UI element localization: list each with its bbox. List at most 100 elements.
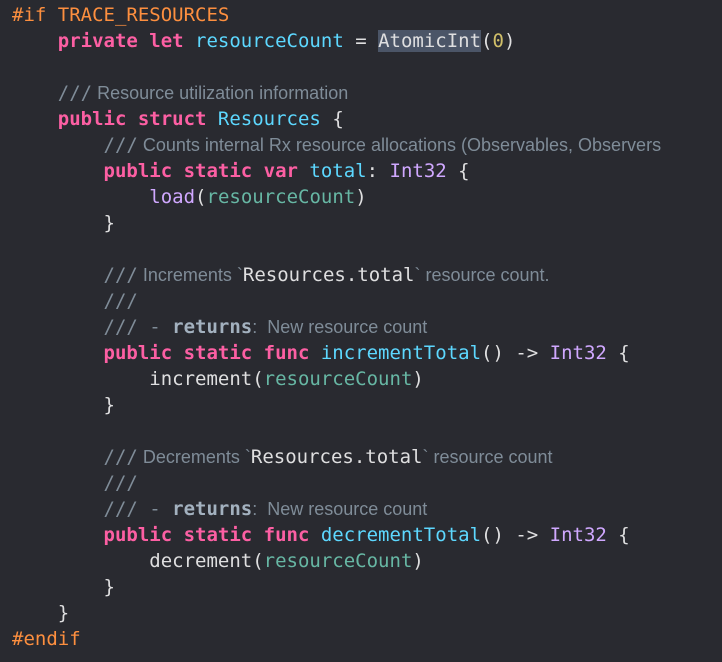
code-text: {	[606, 342, 630, 364]
code-text: )	[355, 186, 367, 208]
doc-comment-text: ` resource count.	[414, 265, 550, 285]
identifier: resourceCount	[206, 186, 356, 208]
code-editor[interactable]: #if TRACE_RESOURCES private let resource…	[0, 0, 722, 662]
doc-comment-marker: ///	[103, 290, 138, 312]
type-name: Int32	[549, 342, 607, 364]
declaration: Resources	[217, 108, 321, 130]
preprocessor-directive: #endif	[12, 628, 81, 650]
code-text: )	[503, 30, 516, 52]
code-line[interactable]: /// Increments `Resources.total` resourc…	[12, 262, 550, 288]
code-line[interactable]: /// Decrements `Resources.total` resourc…	[12, 444, 553, 470]
code-line[interactable]: /// Resource utilization information	[12, 80, 348, 106]
code-text: {	[446, 160, 470, 182]
code-line[interactable]: }	[12, 574, 115, 600]
doc-comment-code: Resources.total	[242, 264, 415, 286]
code-line[interactable]: ///	[12, 470, 138, 496]
identifier: resourceCount	[263, 550, 413, 572]
doc-comment-text: : New resource count	[252, 317, 428, 337]
selected-text: AtomicInt	[378, 30, 482, 52]
doc-comment-keyword: returns	[172, 316, 253, 338]
identifier: resourceCount	[263, 368, 413, 390]
code-text: )	[412, 368, 424, 390]
code-text: }	[57, 602, 70, 624]
declaration: incrementTotal	[320, 342, 482, 364]
code-text: (	[195, 186, 207, 208]
doc-comment-marker: ///	[103, 134, 138, 156]
declaration: decrementTotal	[320, 524, 482, 546]
type-name: Int32	[389, 160, 447, 182]
doc-comment-marker: ///	[103, 264, 138, 286]
code-line[interactable]: public static func decrementTotal() -> I…	[12, 522, 630, 548]
code-text: {	[320, 108, 344, 130]
keyword: public static func	[103, 342, 321, 364]
code-line[interactable]: }	[12, 210, 115, 236]
doc-comment-marker: ///	[103, 472, 138, 494]
doc-comment-text: ` resource count	[422, 447, 553, 467]
code-line[interactable]: decrement(resourceCount)	[12, 548, 424, 574]
code-line[interactable]: increment(resourceCount)	[12, 366, 424, 392]
code-line[interactable]: public struct Resources {	[12, 106, 344, 132]
code-text: :	[366, 160, 390, 182]
code-text: }	[103, 212, 115, 234]
doc-comment-marker: ///	[103, 446, 138, 468]
code-text: }	[103, 394, 115, 416]
code-line[interactable]: #endif	[12, 626, 81, 652]
preprocessor-directive: #if TRACE_RESOURCES	[12, 4, 230, 26]
doc-comment-keyword: returns	[172, 498, 253, 520]
number-literal: 0	[492, 30, 504, 52]
doc-comment-text: Counts internal Rx resource allocations …	[137, 135, 662, 155]
code-line[interactable]: #if TRACE_RESOURCES	[12, 2, 229, 28]
code-text: decrement(	[149, 550, 264, 572]
keyword: private let	[57, 30, 196, 52]
code-line[interactable]: public static var total: Int32 {	[12, 158, 470, 184]
code-line[interactable]: ///	[12, 288, 138, 314]
doc-comment-marker: /// -	[103, 316, 173, 338]
keyword: public static var	[103, 160, 310, 182]
code-line[interactable]: /// - returns: New resource count	[12, 314, 428, 340]
code-line[interactable]: public static func incrementTotal() -> I…	[12, 340, 630, 366]
code-text: =	[343, 30, 379, 52]
code-line[interactable]: /// - returns: New resource count	[12, 496, 428, 522]
doc-comment-marker: /// -	[103, 498, 173, 520]
code-line[interactable]: load(resourceCount)	[12, 184, 367, 210]
doc-comment-text: Resource utilization information	[92, 83, 349, 103]
code-line[interactable]: /// Counts internal Rx resource allocati…	[12, 132, 662, 158]
declaration: total	[309, 160, 367, 182]
code-line[interactable]: }	[12, 600, 69, 626]
type-name: Int32	[549, 524, 607, 546]
code-line[interactable]: }	[12, 392, 115, 418]
code-text: (	[481, 30, 493, 52]
keyword: public static func	[103, 524, 321, 546]
type-name: load	[149, 186, 196, 208]
doc-comment-marker: ///	[57, 82, 93, 104]
declaration: resourceCount	[195, 30, 344, 52]
doc-comment-text: : New resource count	[252, 499, 428, 519]
doc-comment-text: Increments `	[137, 265, 243, 285]
code-text: () ->	[481, 524, 550, 546]
code-text: {	[606, 524, 630, 546]
keyword: public struct	[57, 108, 218, 130]
doc-comment-code: Resources.total	[250, 446, 423, 468]
code-text: () ->	[481, 342, 550, 364]
code-line[interactable]: private let resourceCount = AtomicInt(0)	[12, 28, 515, 54]
code-text: }	[103, 576, 115, 598]
